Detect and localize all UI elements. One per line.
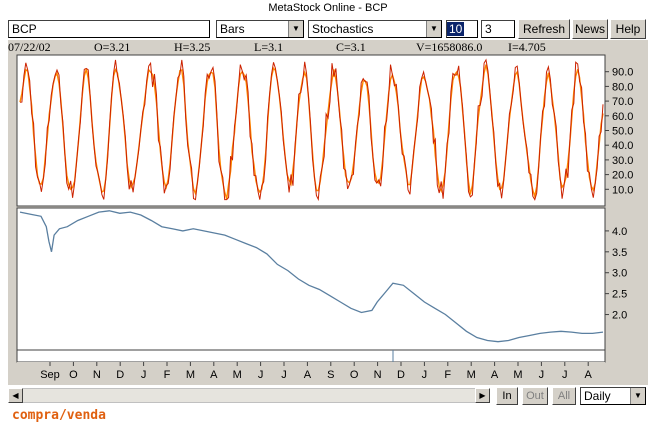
x-tick-label: S <box>327 369 334 381</box>
toolbar: BCP Bars ▼ Stochastics ▼ 10 3 Refresh Ne… <box>0 18 656 40</box>
refresh-button[interactable]: Refresh <box>518 19 570 39</box>
period-param-value: 10 <box>447 22 465 36</box>
x-tick-label: N <box>93 369 101 381</box>
chart-type-select[interactable]: Bars ▼ <box>216 20 304 38</box>
indicator-value: Stochastics <box>312 22 374 36</box>
show-all-button[interactable]: All <box>552 387 576 405</box>
stoch-y-tick-label: 80.0 <box>612 81 633 93</box>
help-button[interactable]: Help <box>610 19 646 39</box>
footer-text: compra/venda <box>12 408 106 423</box>
price-chart-svg: 90.0 80.0 70.0 60.0 50.0 40.0 30.0 20.0 10.0 4.0… <box>16 54 633 384</box>
x-tick-label: J <box>141 369 147 381</box>
indicator-select[interactable]: Stochastics ▼ <box>308 20 442 38</box>
x-tick-label: J <box>562 369 568 381</box>
price-y-tick-label: 2.5 <box>612 289 627 301</box>
stoch-y-tick-label: 20.0 <box>612 170 633 182</box>
chevron-down-icon[interactable]: ▼ <box>288 21 303 37</box>
x-tick-label: A <box>491 369 499 381</box>
period-select[interactable]: Daily ▼ <box>580 387 646 405</box>
x-tick-label: D <box>116 369 124 381</box>
price-y-tick-label: 2.0 <box>612 310 627 322</box>
stoch-y-tick-label: 30.0 <box>612 155 633 167</box>
x-tick-label: M <box>513 369 522 381</box>
chevron-down-icon[interactable]: ▼ <box>630 388 645 404</box>
chevron-down-icon[interactable]: ▼ <box>426 21 441 37</box>
news-button[interactable]: News <box>572 19 608 39</box>
scroll-left-icon[interactable]: ◀ <box>8 388 23 403</box>
horizontal-scrollbar[interactable]: ◀ ▶ <box>8 388 490 403</box>
price-pane <box>16 207 606 351</box>
stoch-y-tick-label: 60.0 <box>612 111 633 123</box>
stoch-y-tick-label: 90.0 <box>612 67 633 79</box>
x-tick-label: M <box>233 369 242 381</box>
stoch-y-tick-label: 40.0 <box>612 140 633 152</box>
x-tick-label: J <box>422 369 428 381</box>
zoom-in-button[interactable]: In <box>496 387 518 405</box>
period-param-input[interactable]: 10 <box>446 20 478 38</box>
x-tick-label: O <box>69 369 78 381</box>
price-y-tick-label: 4.0 <box>612 226 627 238</box>
info-bar: 07/22/02 O=3.21 H=3.25 L=3.1 C=3.1 V=165… <box>8 40 648 54</box>
stoch-y-tick-label: 50.0 <box>612 126 633 138</box>
x-tick-label: M <box>186 369 195 381</box>
x-tick-label: Sep <box>40 369 60 381</box>
x-tick-label: F <box>444 369 451 381</box>
x-tick-label: N <box>374 369 382 381</box>
bottom-bar: ◀ ▶ In Out All Daily ▼ <box>8 387 648 405</box>
smoothing-param-input[interactable]: 3 <box>481 20 515 38</box>
price-y-tick-label: 3.5 <box>612 247 627 259</box>
stoch-y-tick-label: 10.0 <box>612 184 633 196</box>
period-value: Daily <box>584 389 611 403</box>
x-tick-label: A <box>304 369 312 381</box>
x-tick-label: F <box>164 369 171 381</box>
stoch-y-tick-label: 70.0 <box>612 96 633 108</box>
price-y-tick-label: 3.0 <box>612 268 627 280</box>
chart-type-value: Bars <box>220 22 245 36</box>
x-tick-label: J <box>539 369 545 381</box>
x-tick-label: J <box>258 369 264 381</box>
volume-pane <box>16 349 606 363</box>
x-tick-label: O <box>350 369 359 381</box>
x-tick-label: M <box>467 369 476 381</box>
window-title: MetaStock Online - BCP <box>268 2 388 14</box>
x-tick-label: J <box>281 369 287 381</box>
x-tick-label: D <box>397 369 405 381</box>
scroll-right-icon[interactable]: ▶ <box>475 388 490 403</box>
symbol-input[interactable]: BCP <box>8 20 210 38</box>
zoom-out-button[interactable]: Out <box>522 387 548 405</box>
chart-area: 07/22/02 O=3.21 H=3.25 L=3.1 C=3.1 V=165… <box>8 40 648 385</box>
x-tick-label: A <box>585 369 593 381</box>
x-tick-label: A <box>210 369 218 381</box>
